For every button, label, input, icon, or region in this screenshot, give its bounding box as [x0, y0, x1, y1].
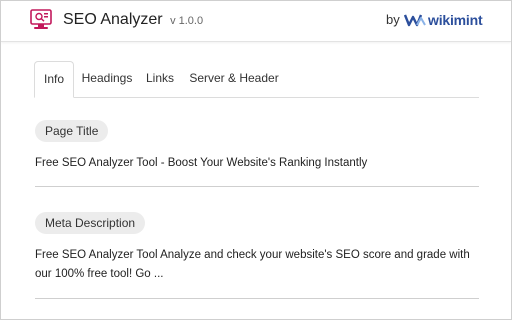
by-label: by — [386, 12, 400, 27]
section-divider — [35, 298, 479, 299]
tab-links[interactable]: Links — [140, 61, 180, 96]
wikimint-brand-link[interactable]: wikimint — [404, 10, 483, 30]
page-title-value: Free SEO Analyzer Tool - Boost Your Webs… — [35, 157, 368, 169]
page-title-label: Page Title — [35, 120, 109, 142]
meta-description-label: Meta Description — [35, 212, 146, 234]
seo-analyzer-logo-icon — [30, 9, 52, 29]
app-header: SEO Analyzer v 1.0.0 by wikimint — [1, 1, 511, 42]
meta-description-value: Free SEO Analyzer Tool Analyze and check… — [35, 249, 470, 280]
wikimint-logo-icon — [404, 14, 426, 27]
tab-info[interactable]: Info — [34, 61, 74, 98]
section-divider — [35, 186, 479, 187]
tab-bar: Info Headings Links Server & Header — [34, 61, 479, 98]
extension-popup: SEO Analyzer v 1.0.0 by wikimint Info He… — [0, 0, 512, 320]
app-name: SEO Analyzer — [63, 11, 163, 28]
app-version: v 1.0.0 — [170, 15, 204, 27]
tab-headings[interactable]: Headings — [78, 61, 136, 96]
tab-server-header[interactable]: Server & Header — [186, 61, 282, 96]
brand-name: wikimint — [428, 12, 483, 28]
app-title: SEO Analyzer v 1.0.0 — [63, 11, 203, 29]
